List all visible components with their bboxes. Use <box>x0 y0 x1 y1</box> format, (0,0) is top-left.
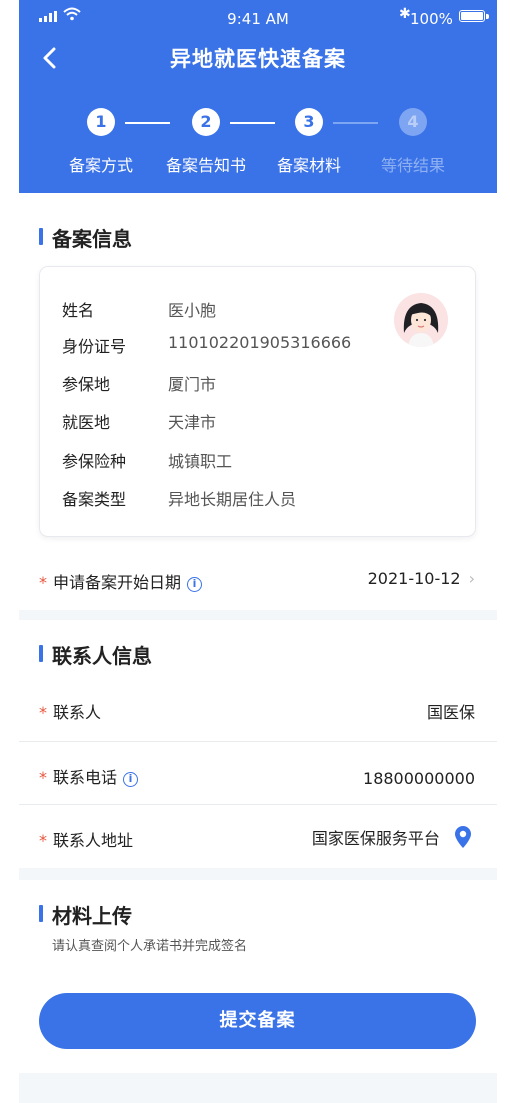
upload-hint: 请认真查阅个人承诺书并完成签名 <box>52 939 248 954</box>
step-indicator: 1 2 3 4 备案方式 备案告知书 备案材料 等待结果 <box>19 108 497 188</box>
step-3-label: 备案材料 <box>276 156 341 175</box>
step-2-number: 2 <box>192 108 220 136</box>
step-4-number: 4 <box>399 108 427 136</box>
step-connector <box>125 122 170 124</box>
contact-address-label: 联系人地址 <box>53 831 134 850</box>
contact-info-section: 联系人信息 * 联系人 国医保 * 联系电话 i 18800000000 * 联系人地址… <box>19 620 497 868</box>
contact-name-label: 联系人 <box>53 703 102 722</box>
bluetooth-icon: ✱ <box>399 6 411 22</box>
step-3-number: 3 <box>295 108 323 136</box>
contact-address-value: 国家医保服务平台 <box>311 829 440 848</box>
start-date-label: 申请备案开始日期 <box>53 573 182 592</box>
info-icon[interactable]: i <box>187 577 203 592</box>
info-icon[interactable]: i <box>123 772 139 787</box>
chevron-right-icon: › <box>468 569 475 588</box>
start-date-value: 2021-10-12 <box>367 569 461 588</box>
step-2-label: 备案告知书 <box>165 156 246 175</box>
location-pin-icon[interactable] <box>455 826 471 848</box>
contact-address-row[interactable]: * 联系人地址 国家医保服务平台 <box>19 805 497 868</box>
contact-phone-row[interactable]: * 联系电话 i 18800000000 <box>19 742 497 805</box>
status-bar: 9:41 AM ✱ 100% <box>19 0 497 34</box>
insured-info-card: 姓名 医小胞 身份证号 110102201905316666 参保地 厦门市 就医地天… <box>39 266 476 537</box>
step-1-label: 备案方式 <box>68 156 133 175</box>
step-1-number: 1 <box>87 108 115 136</box>
battery-percent: 100% <box>410 10 453 28</box>
filing-info-section: 备案信息 姓名 医小胞 身份证号 110102201905316666 参保地 厦门市… <box>19 193 497 610</box>
app-screen: 9:41 AM ✱ 100% 异地就医快速备案 1 2 3 4 备案方式 备案告… <box>19 0 497 1103</box>
step-connector <box>230 122 275 124</box>
step-connector <box>333 122 378 124</box>
avatar-icon <box>394 293 448 347</box>
contact-phone-value: 18800000000 <box>363 769 475 788</box>
materials-section: 材料上传 请认真查阅个人承诺书并完成签名 提交备案 <box>19 880 497 1073</box>
contact-name-value: 国医保 <box>426 703 475 722</box>
start-date-row[interactable]: * 申请备案开始日期 i 2021-10-12 › <box>19 547 497 610</box>
contact-name-row[interactable]: * 联系人 国医保 <box>19 679 497 742</box>
page-title: 异地就医快速备案 <box>170 47 346 71</box>
header: 9:41 AM ✱ 100% 异地就医快速备案 1 2 3 4 备案方式 备案告… <box>19 0 497 193</box>
contact-phone-label: 联系电话 <box>53 768 118 787</box>
step-4-label: 等待结果 <box>380 156 445 175</box>
battery-icon <box>459 10 489 22</box>
submit-filing-button[interactable]: 提交备案 <box>39 993 476 1049</box>
